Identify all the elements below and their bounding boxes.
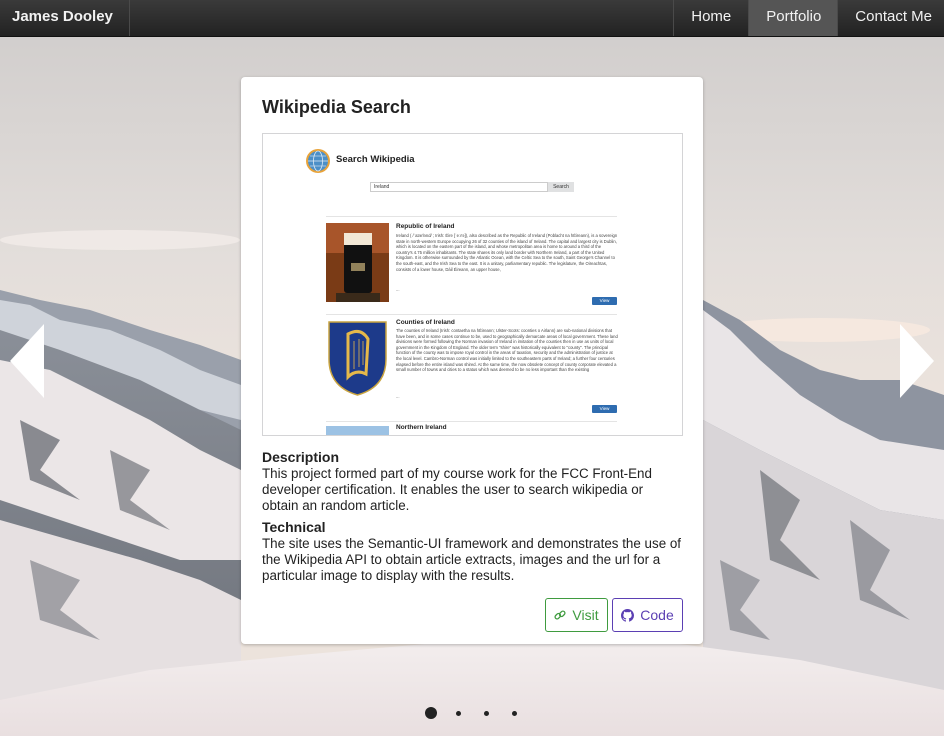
code-button[interactable]: Code — [612, 598, 683, 632]
preview-result-title: Counties of Ireland — [396, 319, 455, 326]
github-icon — [621, 608, 635, 622]
technical-text: The site uses the Semantic-UI framework … — [262, 536, 682, 583]
project-preview-image: Search Wikipedia Ireland Search Republic… — [262, 133, 683, 436]
technical-heading: Technical — [262, 519, 326, 535]
project-card: Wikipedia Search Search Wikipedia Irelan… — [241, 77, 703, 644]
globe-icon — [306, 149, 330, 173]
preview-search-input: Ireland — [370, 182, 548, 192]
preview-divider — [326, 314, 617, 315]
brand-link[interactable]: James Dooley — [0, 0, 130, 36]
preview-result-ellipsis: ... — [396, 287, 400, 292]
preview-view-button: View — [592, 405, 617, 413]
visit-button-label: Visit — [572, 607, 599, 623]
visit-button[interactable]: Visit — [545, 598, 608, 632]
preview-divider — [326, 421, 617, 422]
carousel-prev-arrow-icon[interactable] — [10, 324, 44, 398]
description-heading: Description — [262, 449, 340, 465]
preview-result-title: Republic of Ireland — [396, 223, 455, 230]
nav-item-contact[interactable]: Contact Me — [837, 0, 944, 36]
carousel-dot[interactable] — [456, 711, 461, 716]
link-icon — [554, 610, 566, 620]
preview-result-image-guinness — [326, 223, 389, 302]
navbar-spacer — [130, 0, 673, 36]
preview-search-button: Search — [548, 182, 574, 192]
carousel-dot[interactable] — [512, 711, 517, 716]
nav-item-portfolio[interactable]: Portfolio — [748, 0, 838, 36]
preview-result-text: Ireland ( /ˈaɪərlənd/ ; Irish: Éire [ˈeː… — [396, 233, 618, 272]
preview-view-button: View — [592, 297, 617, 305]
code-button-label: Code — [640, 607, 674, 623]
preview-result-text: The counties of Ireland (Irish: contaeth… — [396, 328, 618, 373]
project-title: Wikipedia Search — [262, 97, 411, 117]
preview-result-image-harp — [328, 321, 387, 396]
nav-item-home[interactable]: Home — [673, 0, 748, 36]
preview-heading: Search Wikipedia — [336, 154, 415, 165]
preview-divider — [326, 216, 617, 217]
carousel-dot[interactable] — [484, 711, 489, 716]
carousel-dot-active[interactable] — [425, 707, 437, 719]
preview-result-title: Northern Ireland — [396, 424, 447, 431]
preview-result-ellipsis: ... — [396, 394, 400, 399]
description-text: This project formed part of my course wo… — [262, 466, 652, 513]
preview-result-image-sky — [326, 426, 389, 435]
carousel-next-arrow-icon[interactable] — [900, 324, 934, 398]
carousel-indicators — [0, 706, 944, 720]
navbar: James Dooley Home Portfolio Contact Me — [0, 0, 944, 37]
